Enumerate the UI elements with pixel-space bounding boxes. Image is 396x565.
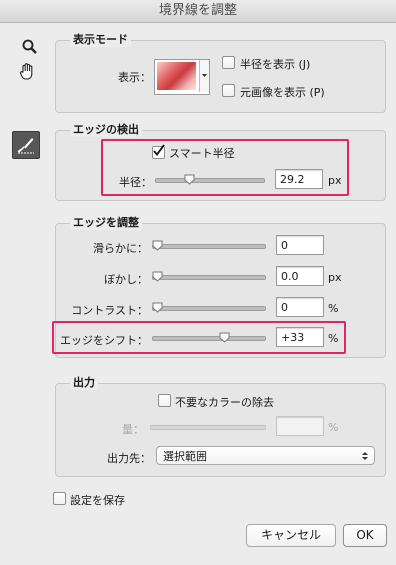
radius-label: 半径： [119,176,152,189]
select-arrows-icon [362,452,368,460]
show-radius-label: 半径を表示 (J) [240,58,311,71]
cancel-button[interactable]: キャンセル [246,524,336,547]
contrast-slider-track[interactable] [152,306,266,311]
adjust-edge-legend: エッジを調整 [70,214,142,230]
shift-edge-slider-track[interactable] [152,336,266,341]
output-legend: 出力 [70,374,98,390]
view-mode-group [55,40,386,113]
contrast-input[interactable]: 0 [276,297,324,317]
feather-slider-track[interactable] [152,275,266,280]
feather-input[interactable]: 0.0 [276,266,324,286]
smooth-slider-track[interactable] [152,244,266,249]
show-radius-checkbox[interactable] [222,56,235,69]
output-to-select[interactable]: 選択範囲 [156,446,375,465]
radius-slider-thumb[interactable] [184,174,195,185]
zoom-icon[interactable] [19,36,41,58]
radius-input[interactable]: 29.2 [275,169,323,189]
decontaminate-label: 不要なカラーの除去 [175,396,274,409]
amount-label: 量： [122,423,144,436]
feather-slider-thumb[interactable] [152,271,163,282]
shift-edge-label: エッジをシフト： [60,334,148,347]
window-title: 境界線を調整 [0,0,396,23]
refine-radius-brush-icon[interactable] [12,131,40,159]
hand-icon[interactable] [17,60,39,82]
output-to-value: 選択範囲 [163,450,207,463]
smart-radius-checkbox[interactable] [152,144,165,159]
remember-settings-checkbox[interactable] [53,492,66,505]
smooth-slider-thumb[interactable] [152,240,163,251]
output-to-label: 出力先： [107,452,151,465]
view-dropdown-arrow[interactable] [199,60,209,92]
view-mode-thumbnail[interactable] [154,59,210,95]
decontaminate-checkbox[interactable] [158,394,171,407]
edge-detection-legend: エッジの検出 [70,121,142,137]
shift-edge-unit: % [328,332,339,345]
smart-radius-label: スマート半径 [169,147,235,160]
feather-label: ぼかし： [104,273,148,286]
radius-slider-track[interactable] [155,178,265,183]
ok-button[interactable]: OK [343,524,387,547]
feather-unit: px [328,271,342,284]
view-label: 表示： [118,71,151,84]
view-mode-legend: 表示モード [70,31,131,47]
contrast-unit: % [328,302,339,315]
preview-image [157,62,196,90]
shift-edge-input[interactable]: +33 [276,327,324,347]
shift-edge-slider-thumb[interactable] [219,332,230,343]
remember-settings-label: 設定を保存 [70,494,125,507]
amount-input [276,416,324,436]
amount-unit: % [328,421,339,434]
amount-slider-track [150,425,266,430]
show-original-checkbox[interactable] [222,84,235,97]
radius-unit: px [328,174,342,187]
show-original-label: 元画像を表示 (P) [240,86,325,99]
contrast-label: コントラスト： [71,304,148,317]
smooth-input[interactable]: 0 [276,235,324,255]
smooth-label: 滑らかに： [93,242,148,255]
contrast-slider-thumb[interactable] [152,302,163,313]
